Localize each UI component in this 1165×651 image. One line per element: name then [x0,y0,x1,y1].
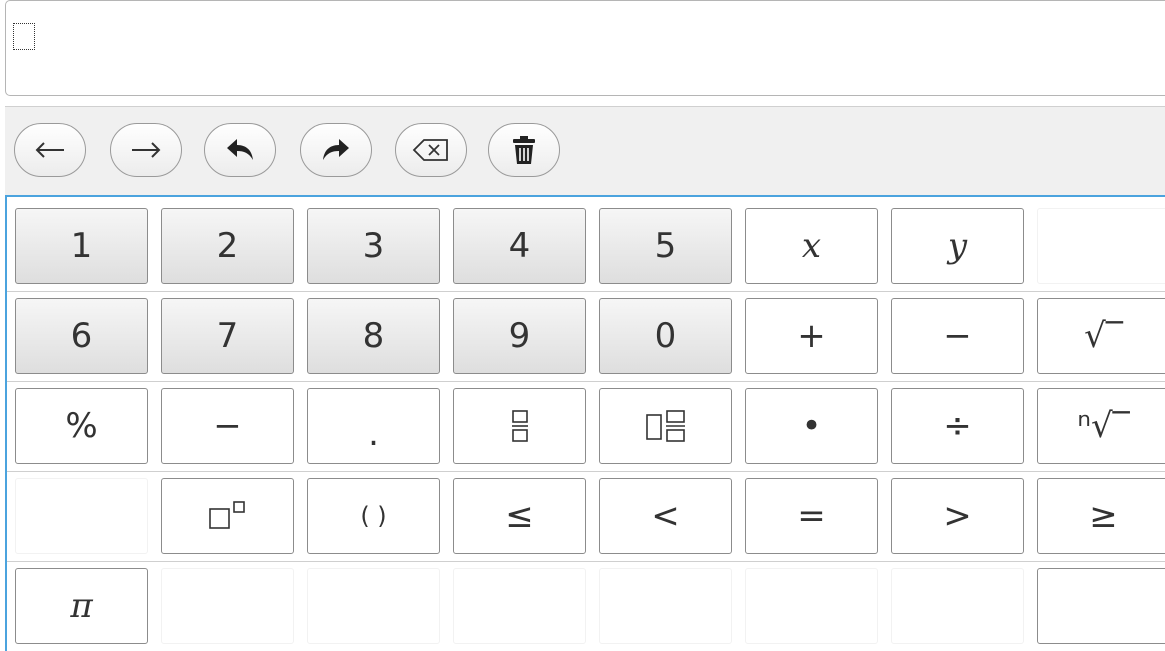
key-multiply[interactable]: • [745,388,878,464]
redo-icon [323,139,349,160]
arrow-right-icon [132,142,161,158]
key-less-than[interactable]: < [599,478,732,554]
key-digit-3[interactable]: 3 [307,208,440,284]
formula-input-field[interactable] [5,0,1165,96]
key-fraction[interactable] [453,388,586,464]
key-nth-root[interactable]: ⁿ√‾ [1037,388,1165,464]
key-label: 6 [70,316,93,356]
empty-placeholder-box [13,23,35,50]
empty-key-slot [15,478,148,554]
key-pi[interactable]: π [15,568,148,644]
empty-key-slot [1037,208,1165,284]
cursor-left-button[interactable] [14,123,86,177]
key-label: 8 [362,316,385,356]
key-label: ⁿ√‾ [1077,406,1130,446]
key-label: 3 [362,226,385,266]
key-digit-9[interactable]: 9 [453,298,586,374]
key-label: 5 [654,226,677,266]
empty-key-slot [307,568,440,644]
undo-button[interactable] [204,123,276,177]
key-digit-6[interactable]: 6 [15,298,148,374]
key-label: x [801,226,822,266]
keypad-grid: 1 2 3 4 5 x y 6 7 8 9 0 + − √‾% −. • ÷ ⁿ√‾ ( ) ≤ < = > ≥ π [5,195,1165,651]
key-digit-4[interactable]: 4 [453,208,586,284]
key-equals[interactable]: = [745,478,878,554]
math-input-panel: 1 2 3 4 5 x y 6 7 8 9 0 + − √‾% −. • ÷ ⁿ√‾ ( ) ≤ < = > ≥ π [0,0,1165,651]
backspace-button[interactable] [395,123,467,177]
key-label: 4 [508,226,531,266]
clear-button[interactable] [488,123,560,177]
key-digit-8[interactable]: 8 [307,298,440,374]
key-label: √‾ [1084,316,1123,356]
key-label: 7 [216,316,239,356]
key-digit-2[interactable]: 2 [161,208,294,284]
key-label: = [797,496,826,536]
key-x[interactable]: x [745,208,878,284]
key-sqrt[interactable]: √‾ [1037,298,1165,374]
empty-key-slot [453,568,586,644]
key-label: 1 [70,226,93,266]
key-label: ( ) [360,502,387,530]
key-digit-5[interactable]: 5 [599,208,732,284]
key-label: y [947,226,968,266]
empty-key-slot [599,568,732,644]
empty-key-slot [891,568,1024,644]
undo-icon [227,139,253,160]
row-divider [7,561,1165,562]
key-label: ≤ [505,496,534,536]
row-divider [7,471,1165,472]
key-label: + [797,316,826,356]
key-label: 0 [654,316,677,356]
key-label: 9 [508,316,531,356]
key-y[interactable]: y [891,208,1024,284]
key-label: ÷ [943,406,972,446]
key-label: 2 [216,226,239,266]
key-divide[interactable]: ÷ [891,388,1024,464]
row-divider [7,381,1165,382]
row-divider [7,291,1165,292]
key-plus[interactable]: + [745,298,878,374]
key-power[interactable] [161,478,294,554]
key-label: • [801,406,822,446]
empty-key-slot [745,568,878,644]
key-label: π [70,586,93,626]
key-digit-1[interactable]: 1 [15,208,148,284]
edit-toolbar [5,106,1165,196]
key-blank[interactable] [1037,568,1165,644]
key-less-equal[interactable]: ≤ [453,478,586,554]
fraction-icon [511,410,528,442]
key-percent[interactable]: % [15,388,148,464]
backspace-icon [412,139,448,161]
key-digit-7[interactable]: 7 [161,298,294,374]
cursor-right-button[interactable] [110,123,182,177]
key-greater-than[interactable]: > [891,478,1024,554]
key-digit-0[interactable]: 0 [599,298,732,374]
redo-button[interactable] [300,123,372,177]
key-mixed-fraction[interactable] [599,388,732,464]
mixed-fraction-icon [645,410,685,442]
key-minus[interactable]: − [891,298,1024,374]
arrow-left-icon [35,142,64,158]
key-label: − [943,316,972,356]
empty-key-slot [161,568,294,644]
key-label: % [65,406,98,446]
key-label: < [651,496,680,536]
key-label: > [943,496,972,536]
key-label: . [368,414,379,454]
key-label: − [213,406,242,446]
power-icon [208,501,245,529]
key-greater-equal[interactable]: ≥ [1037,478,1165,554]
key-label: ≥ [1089,496,1118,536]
key-decimal-point[interactable]: . [307,388,440,464]
trash-icon [513,136,535,164]
key-parentheses[interactable]: ( ) [307,478,440,554]
key-minus[interactable]: − [161,388,294,464]
